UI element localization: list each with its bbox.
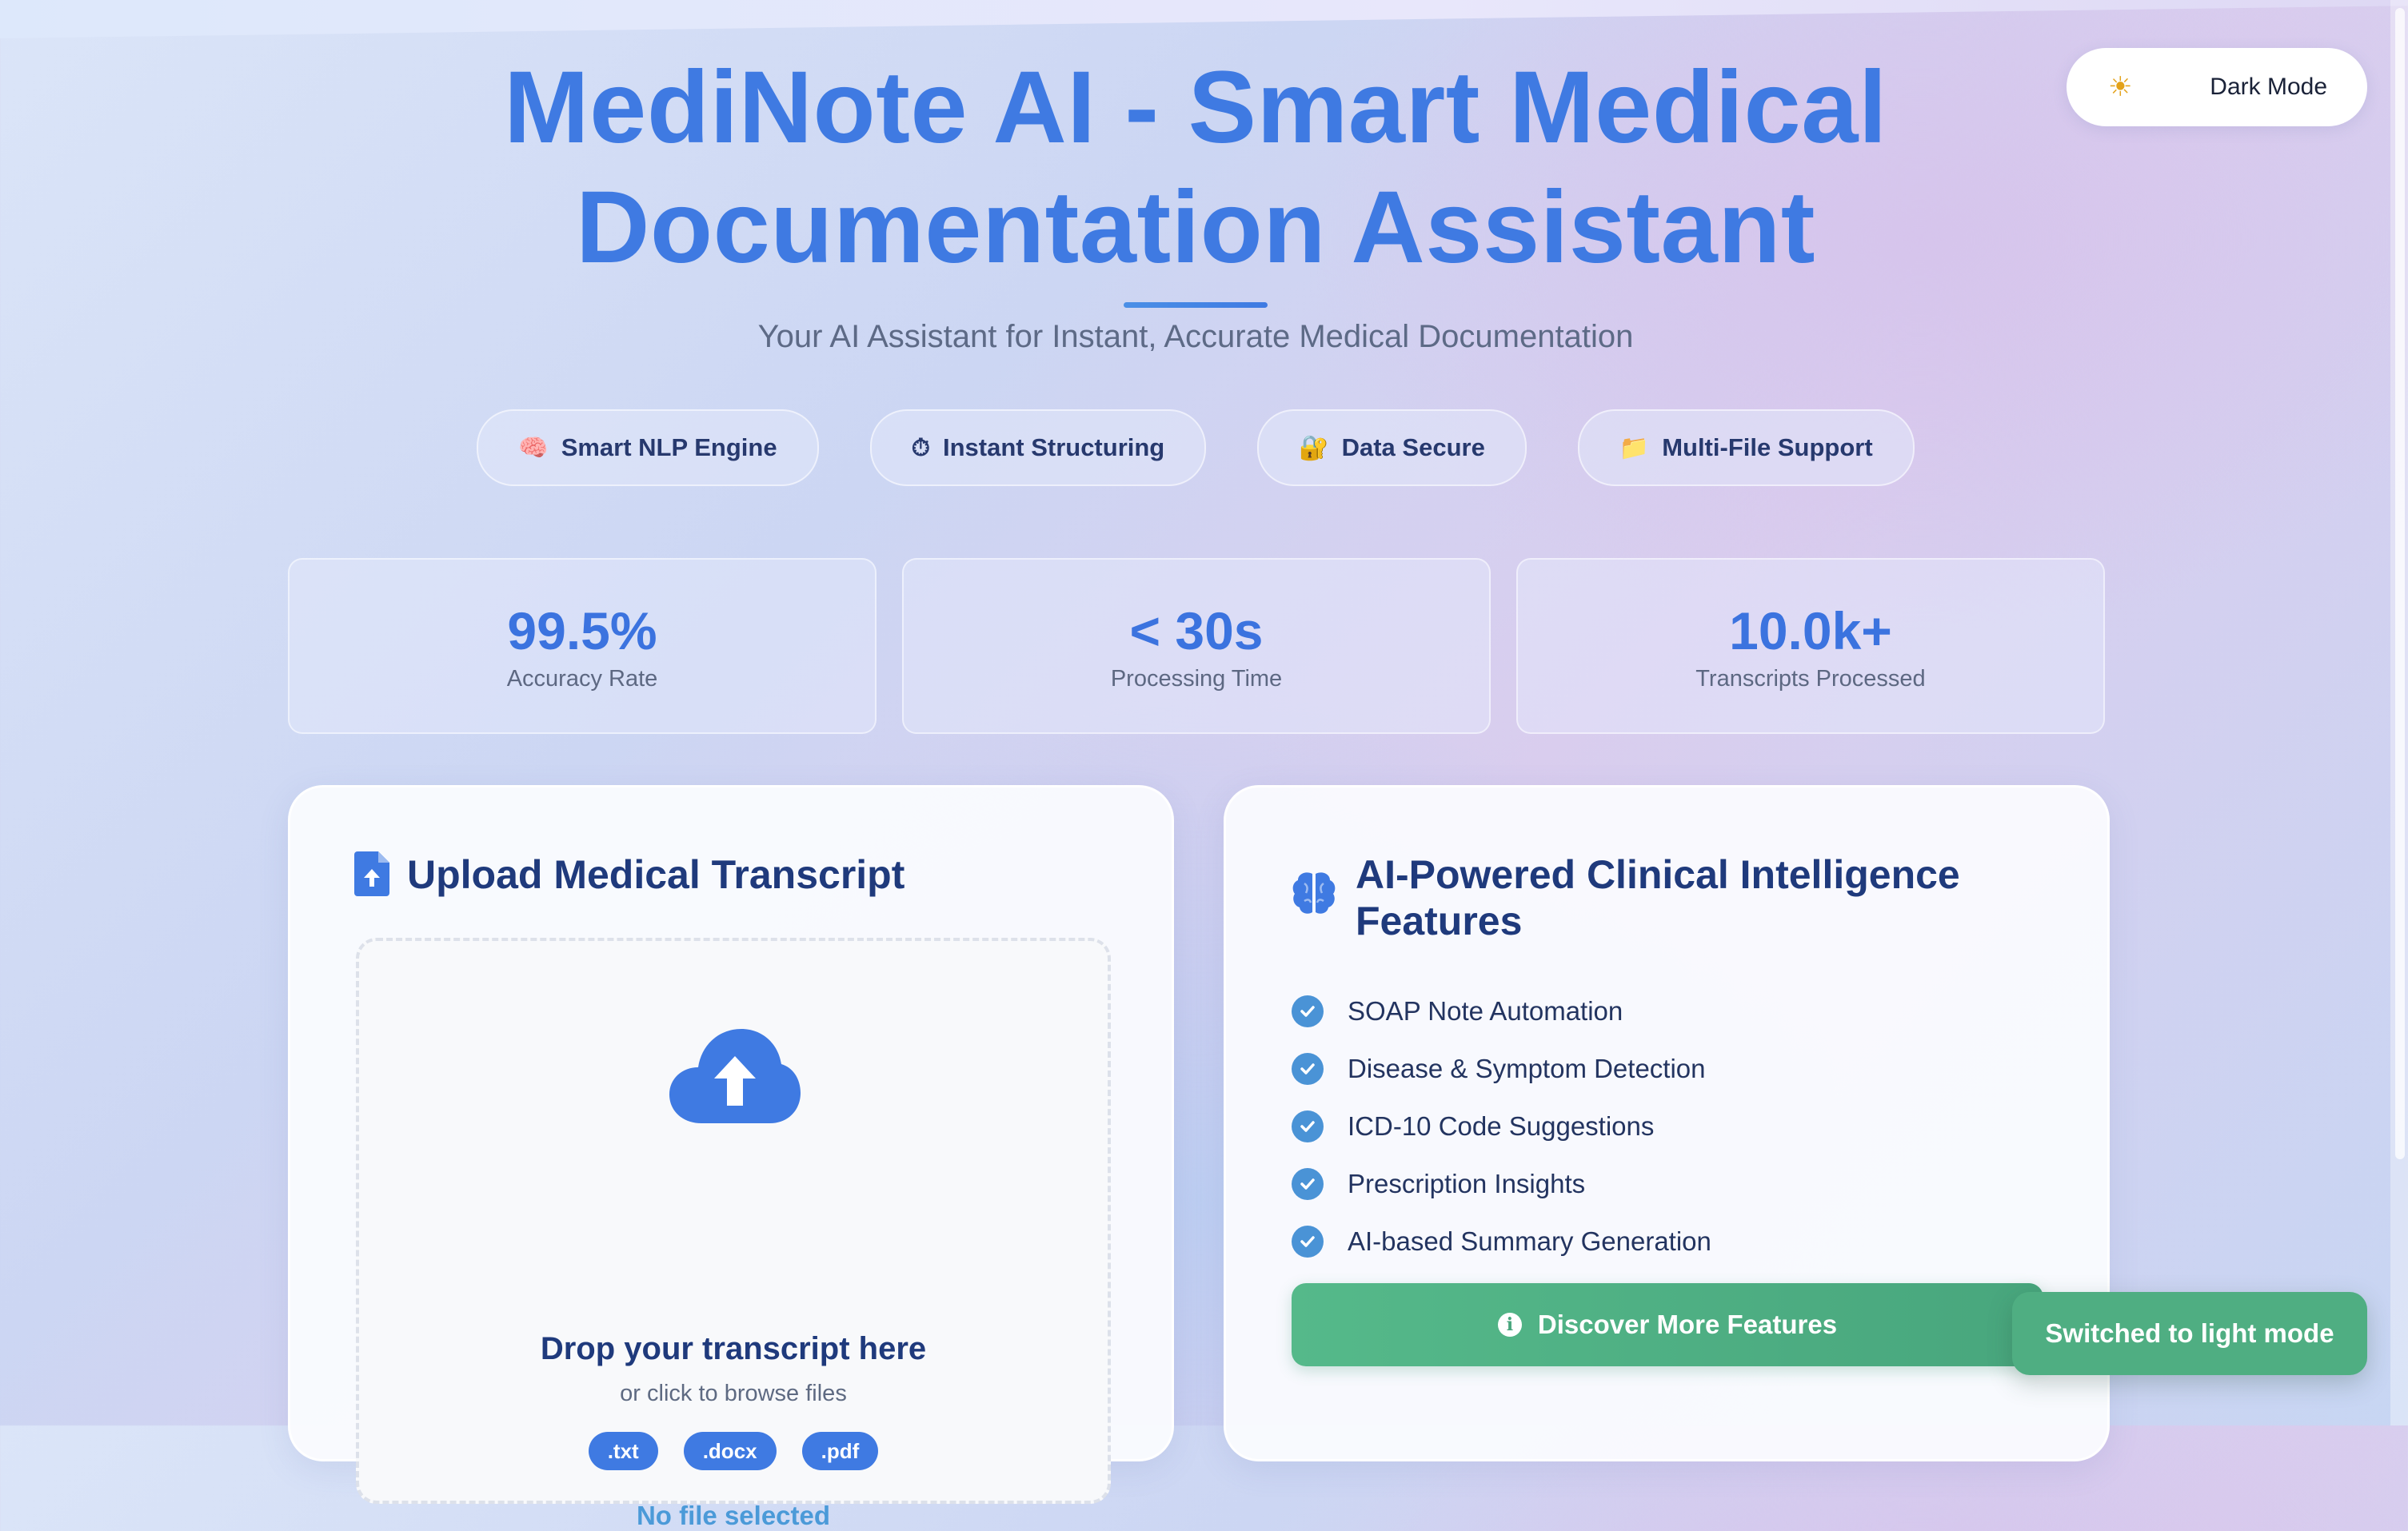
stat-value: < 30s — [1129, 600, 1264, 660]
features-card-header: AI-Powered Clinical Intelligence Feature… — [1290, 851, 1995, 944]
discover-button-label: Discover More Features — [1537, 1310, 1838, 1339]
page-scrollbar[interactable] — [2390, 0, 2408, 1425]
feature-label: ICD-10 Code Suggestions — [1348, 1111, 1655, 1141]
sun-icon: ☀ — [2108, 71, 2133, 103]
pill-data-secure: 🔐 Data Secure — [1257, 409, 1527, 486]
discover-more-features-button[interactable]: i Discover More Features — [1292, 1283, 2043, 1366]
check-circle-icon — [1292, 1168, 1324, 1200]
check-circle-icon — [1292, 995, 1324, 1027]
scrollbar-thumb[interactable] — [2395, 8, 2405, 1159]
top-gradient-strip — [0, 0, 2408, 38]
folder-icon: 📁 — [1619, 433, 1650, 462]
file-type-pdf: .pdf — [801, 1432, 879, 1470]
drop-zone-subtitle: or click to browse files — [620, 1381, 847, 1406]
feature-label: SOAP Note Automation — [1348, 996, 1623, 1026]
toast-message: Switched to light mode — [2045, 1318, 2334, 1348]
stopwatch-icon: ⏱ — [911, 433, 930, 462]
stat-label: Transcripts Processed — [1695, 665, 1926, 692]
page-title: MediNote AI - Smart Medical Documentatio… — [436, 48, 1955, 288]
file-type-docx: .docx — [683, 1432, 777, 1470]
list-item: ICD-10 Code Suggestions — [1292, 1098, 1711, 1155]
title-underline — [1124, 302, 1268, 308]
cloud-upload-icon — [669, 1029, 801, 1123]
pill-multi-file-support: 📁 Multi-File Support — [1577, 409, 1915, 486]
pill-label: Multi-File Support — [1662, 433, 1873, 461]
stat-label: Processing Time — [1110, 665, 1283, 692]
page-title-line-1: MediNote AI - Smart Medical — [504, 50, 1887, 165]
pill-label: Data Secure — [1341, 433, 1485, 461]
features-card: AI-Powered Clinical Intelligence Feature… — [1224, 785, 2110, 1461]
feature-label: Prescription Insights — [1348, 1169, 1586, 1198]
pill-smart-nlp-engine: 🧠 Smart NLP Engine — [477, 409, 819, 486]
brain-icon: 🧠 — [518, 433, 549, 462]
pill-label: Smart NLP Engine — [561, 433, 777, 461]
upload-card-title: Upload Medical Transcript — [407, 852, 905, 897]
page-header: MediNote AI - Smart Medical Documentatio… — [0, 48, 2391, 357]
upload-card: Upload Medical Transcript Drop your tran… — [288, 785, 1174, 1530]
lock-icon: 🔐 — [1299, 433, 1329, 462]
info-icon: i — [1497, 1313, 1522, 1337]
stat-value: 99.5% — [507, 600, 657, 660]
feature-pills: 🧠 Smart NLP Engine ⏱ Instant Structuring… — [0, 409, 2391, 486]
check-circle-icon — [1292, 1226, 1324, 1258]
dark-mode-label: Dark Mode — [2210, 74, 2327, 100]
feature-label: Disease & Symptom Detection — [1348, 1054, 1706, 1083]
list-item: SOAP Note Automation — [1292, 983, 1711, 1040]
list-item: Disease & Symptom Detection — [1292, 1040, 1711, 1098]
file-type-chips: .txt .docx .pdf — [359, 1432, 1108, 1470]
file-type-txt: .txt — [588, 1432, 658, 1470]
toast-notification: Switched to light mode — [2012, 1292, 2367, 1375]
stat-value: 10.0k+ — [1729, 600, 1892, 660]
upload-card-header: Upload Medical Transcript — [354, 851, 904, 898]
file-drop-zone[interactable]: Drop your transcript here or click to br… — [356, 938, 1111, 1530]
features-list: SOAP Note Automation Disease & Symptom D… — [1292, 983, 1711, 1270]
page-subtitle: Your AI Assistant for Instant, Accurate … — [757, 319, 1634, 354]
feature-label: AI-based Summary Generation — [1348, 1226, 1711, 1256]
stat-processing-time: < 30s Processing Time — [902, 558, 1491, 734]
check-circle-icon — [1292, 1053, 1324, 1085]
check-circle-icon — [1292, 1110, 1324, 1142]
list-item: Prescription Insights — [1292, 1155, 1711, 1213]
features-card-title: AI-Powered Clinical Intelligence Feature… — [1356, 852, 1960, 943]
page-title-line-2: Documentation Assistant — [575, 170, 1816, 285]
file-status: No file selected — [636, 1501, 831, 1530]
list-item: AI-based Summary Generation — [1292, 1213, 1711, 1270]
stat-label: Accuracy Rate — [506, 665, 658, 692]
stat-transcripts-processed: 10.0k+ Transcripts Processed — [1516, 558, 2105, 734]
file-upload-icon — [354, 851, 389, 896]
pill-instant-structuring: ⏱ Instant Structuring — [869, 409, 1207, 486]
pill-label: Instant Structuring — [942, 433, 1165, 461]
drop-zone-title: Drop your transcript here — [540, 1331, 927, 1366]
dark-mode-toggle[interactable]: ☀ Dark Mode — [2067, 48, 2367, 126]
brain-icon — [1292, 872, 1336, 914]
stats-row: 99.5% Accuracy Rate < 30s Processing Tim… — [288, 558, 2105, 734]
stat-accuracy-rate: 99.5% Accuracy Rate — [288, 558, 877, 734]
